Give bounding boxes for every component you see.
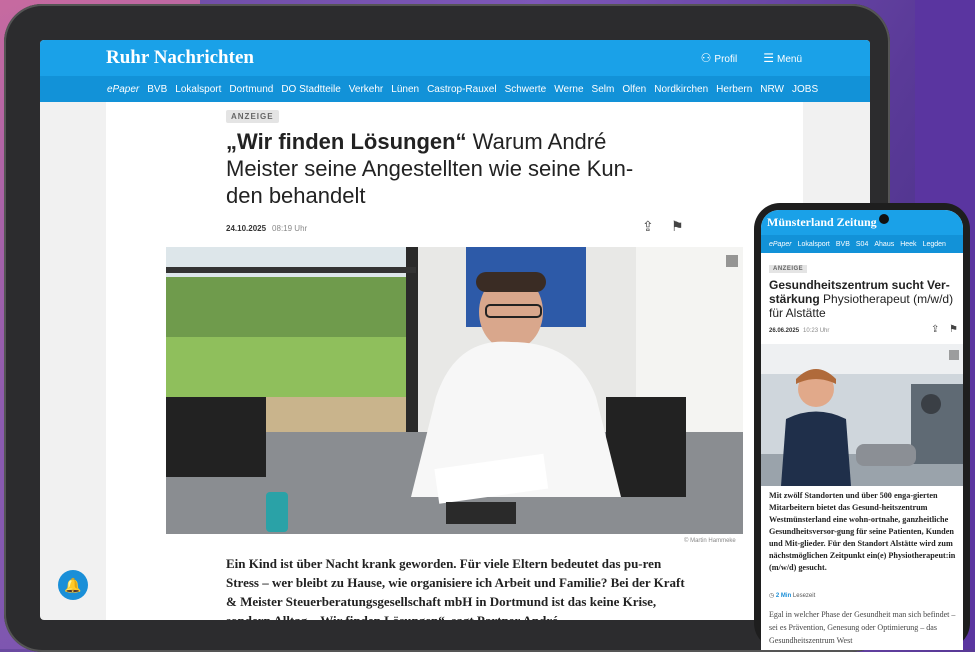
tablet-screen: Ruhr Nachrichten ⚇ Profil ☰ Menü ePaper BV…	[40, 40, 870, 620]
phone-photo-illustration	[761, 344, 963, 486]
phone-time-text: 10:23 Uhr	[803, 328, 830, 334]
nav-item[interactable]: Lokalsport	[175, 84, 221, 95]
read-time-value: 2 Min	[775, 593, 792, 599]
phone-header: Münsterland Zeitung	[761, 210, 963, 235]
menu-search-icon: ☰	[763, 51, 774, 65]
nav-item[interactable]: Verkehr	[349, 84, 383, 95]
nav-item[interactable]: JOBS	[792, 84, 818, 95]
notification-bell-button[interactable]: 🔔	[58, 570, 88, 600]
read-time-label: Lesezeit	[792, 593, 816, 599]
bookmark-icon[interactable]: ⚑	[671, 218, 684, 235]
phone-article-body: Egal in welcher Phase der Gesundheit man…	[769, 610, 956, 645]
phone-article-photo[interactable]	[761, 344, 963, 486]
share-icon[interactable]: ⇪	[642, 218, 654, 235]
phone-site-logo[interactable]: Münsterland Zeitung	[767, 215, 877, 230]
nav-item[interactable]: Herbern	[716, 84, 752, 95]
phone-date-text: 26.06.2025	[769, 328, 800, 334]
nav-item[interactable]: Castrop-Rauxel	[427, 84, 496, 95]
nav-item[interactable]: Nordkirchen	[654, 84, 708, 95]
phone-article-lead: Mit zwölf Standorten und über 500 enga-g…	[769, 491, 956, 572]
nav-item[interactable]: Selm	[592, 84, 615, 95]
photo-credit: © Martin Hammeke	[684, 538, 736, 544]
article-lead: Ein Kind ist über Nacht krank geworden. …	[226, 556, 685, 620]
read-time: ◷ 2 Min Lesezeit	[769, 592, 815, 599]
nav-item[interactable]: NRW	[760, 84, 784, 95]
phone-nav-item[interactable]: Legden	[923, 241, 946, 248]
nav-item[interactable]: BVB	[147, 84, 167, 95]
article-photo[interactable]	[166, 247, 743, 534]
profile-label: Profil	[714, 54, 738, 65]
nav-item[interactable]: ePaper	[107, 84, 139, 95]
phone-nav-item[interactable]: Heek	[900, 241, 916, 248]
bell-icon: 🔔	[64, 577, 82, 593]
site-logo[interactable]: Ruhr Nachrichten	[106, 47, 254, 69]
menu-button[interactable]: ☰ Menü	[763, 51, 802, 65]
phone-article-headline: Gesundheitszentrum sucht Ver-stärkung Ph…	[769, 278, 959, 320]
time-text: 08:19 Uhr	[272, 224, 308, 233]
profile-button[interactable]: ⚇ Profil	[701, 51, 738, 65]
nav-item[interactable]: Olfen	[622, 84, 646, 95]
article: ANZEIGE „Wir finden Lösungen“ Warum Andr…	[106, 102, 803, 620]
menu-label: Menü	[776, 54, 802, 65]
phone-section-nav: ePaper Lokalsport BVB S04 Ahaus Heek Leg…	[761, 235, 963, 253]
phone-nav-item[interactable]: Ahaus	[874, 241, 894, 248]
phone-article-date: 26.06.2025 10:23 Uhr	[769, 328, 829, 334]
photo-illustration	[166, 247, 743, 534]
nav-item[interactable]: Lünen	[391, 84, 419, 95]
headline-kicker: „Wir finden Lösungen“	[226, 129, 467, 154]
section-nav: ePaper BVB Lokalsport Dortmund DO Stadtt…	[40, 76, 870, 102]
nav-item[interactable]: Dortmund	[229, 84, 273, 95]
phone-bookmark-icon[interactable]: ⚑	[949, 324, 958, 335]
camera-notch	[879, 214, 889, 224]
article-headline: „Wir finden Lösungen“ Warum André Meiste…	[226, 128, 666, 209]
date-text: 24.10.2025	[226, 224, 267, 233]
nav-item[interactable]: Werne	[554, 84, 583, 95]
phone-nav-item[interactable]: S04	[856, 241, 868, 248]
site-header: Ruhr Nachrichten ⚇ Profil ☰ Menü	[40, 40, 870, 76]
phone-nav-item[interactable]: ePaper	[769, 241, 792, 248]
phone-ad-badge: ANZEIGE	[769, 265, 808, 273]
phone-device: Münsterland Zeitung ePaper Lokalsport BV…	[754, 203, 970, 650]
phone-nav-item[interactable]: Lokalsport	[798, 241, 830, 248]
phone-nav-item[interactable]: BVB	[836, 241, 850, 248]
phone-share-icon[interactable]: ⇪	[931, 324, 939, 335]
article-date: 24.10.2025 08:19 Uhr	[226, 224, 307, 233]
profile-icon: ⚇	[700, 51, 712, 65]
nav-item[interactable]: Schwerte	[505, 84, 547, 95]
phone-screen: Münsterland Zeitung ePaper Lokalsport BV…	[761, 210, 963, 650]
nav-item[interactable]: DO Stadtteile	[281, 84, 340, 95]
ad-badge: ANZEIGE	[226, 110, 279, 123]
clock-icon: ◷	[769, 593, 776, 599]
